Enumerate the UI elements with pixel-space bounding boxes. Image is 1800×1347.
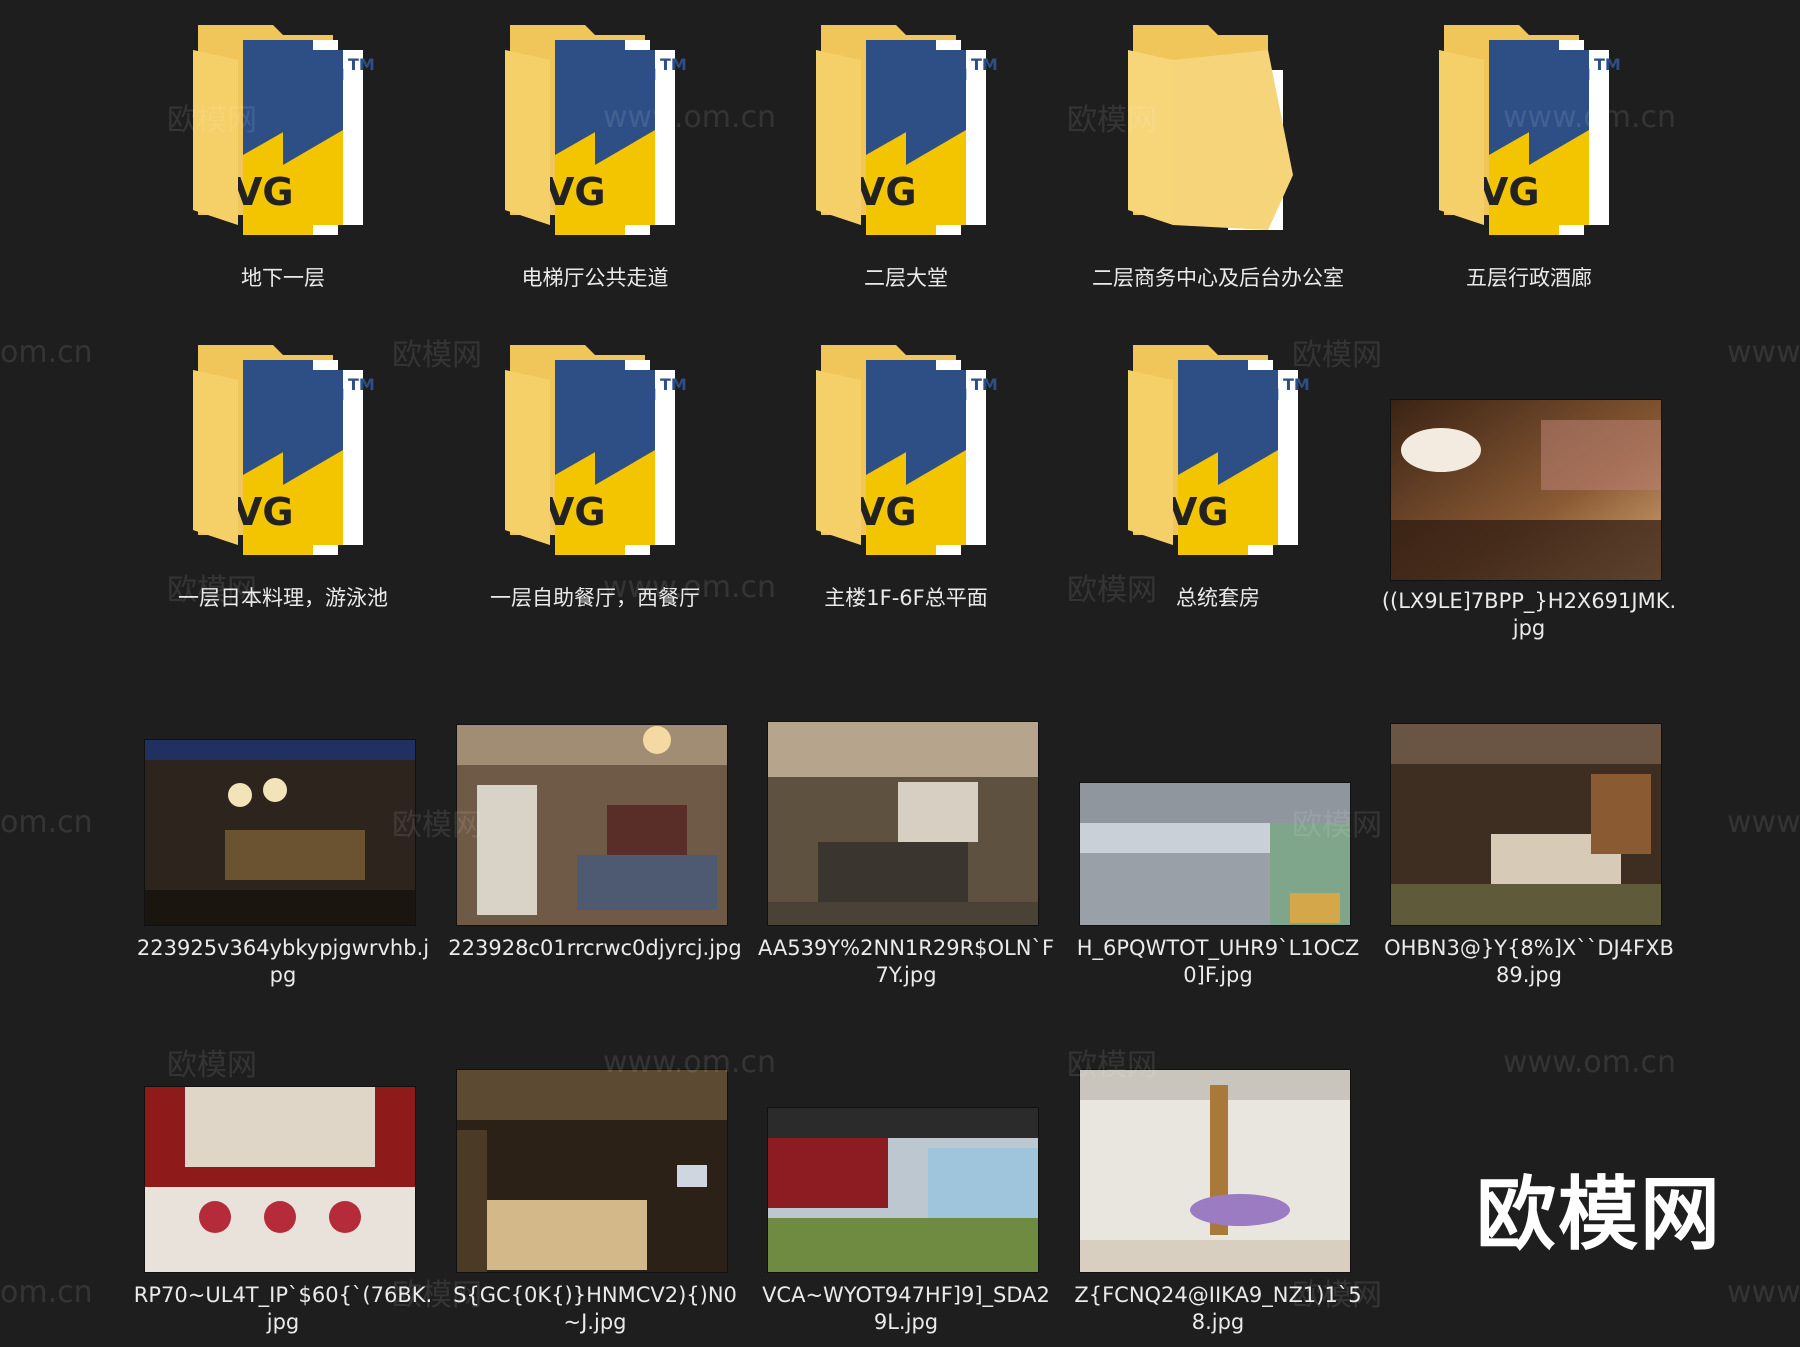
- folder-item[interactable]: 二层大堂: [756, 10, 1056, 300]
- folder-item[interactable]: 主楼1F-6F总平面: [756, 330, 1056, 620]
- brand-logo-text: 欧模网: [1476, 1168, 1722, 1261]
- image-file-item[interactable]: OHBN3@}Y{8%]X``DJ4FXB89.jpg: [1379, 724, 1679, 990]
- folder-name: 一层日本料理，游泳池: [178, 586, 388, 610]
- image-file-item[interactable]: 223928c01rrcrwc0djyrcj.jpg: [445, 725, 745, 990]
- image-thumbnail: [768, 722, 1038, 925]
- image-file-name: 223928c01rrcrwc0djyrcj.jpg: [448, 936, 742, 960]
- folder-dwg-icon: [183, 335, 383, 555]
- folder-item[interactable]: 五层行政酒廊: [1379, 10, 1679, 300]
- folder-dwg-icon: [495, 15, 695, 235]
- file-grid: 地下一层 电梯厅公共走道 二层大堂 二层商务中心及后台办公室 五层行政酒廊 一层…: [0, 0, 1800, 1347]
- image-thumbnail: [1080, 783, 1350, 925]
- image-file-item[interactable]: AA539Y%2NN1R29R$OLN`F7Y.jpg: [756, 722, 1056, 990]
- image-file-item[interactable]: H_6PQWTOT_UHR9`L1OCZ0]F.jpg: [1068, 783, 1368, 990]
- image-thumbnail: [457, 725, 727, 925]
- folder-item[interactable]: 电梯厅公共走道: [445, 10, 745, 300]
- folder-name: 总统套房: [1176, 586, 1260, 610]
- image-file-name: RP70~UL4T_IP`$60{`(76BK.jpg: [133, 1283, 433, 1334]
- image-file-name: OHBN3@}Y{8%]X``DJ4FXB89.jpg: [1384, 936, 1674, 987]
- image-file-name: S{GC{0K{)}HNMCV2){)N0~J.jpg: [453, 1283, 737, 1334]
- image-thumbnail: [1080, 1070, 1350, 1272]
- image-thumbnail: [1391, 724, 1661, 925]
- folder-name: 一层自助餐厅，西餐厅: [490, 586, 700, 610]
- image-file-name: Z{FCNQ24@IIKA9_NZ1)1`58.jpg: [1074, 1283, 1362, 1334]
- folder-item[interactable]: 一层日本料理，游泳池: [133, 330, 433, 620]
- image-file-item[interactable]: RP70~UL4T_IP`$60{`(76BK.jpg: [133, 1087, 433, 1337]
- image-file-item[interactable]: ((LX9LE]7BPP_}H2X691JMK.jpg: [1379, 400, 1679, 650]
- folder-dwg-icon: [806, 335, 1006, 555]
- folder-dwg-icon: [495, 335, 695, 555]
- image-file-item[interactable]: 223925v364ybkypjgwrvhb.jpg: [133, 740, 433, 990]
- folder-name: 二层大堂: [864, 266, 948, 290]
- folder-dwg-icon: [806, 15, 1006, 235]
- image-file-item[interactable]: S{GC{0K{)}HNMCV2){)N0~J.jpg: [445, 1070, 745, 1337]
- image-file-name: H_6PQWTOT_UHR9`L1OCZ0]F.jpg: [1076, 936, 1360, 987]
- image-file-name: 223925v364ybkypjgwrvhb.jpg: [136, 936, 430, 987]
- image-file-name: VCA~WYOT947HF]9]_SDA29L.jpg: [762, 1283, 1050, 1334]
- image-thumbnail: [768, 1108, 1038, 1272]
- folder-dwg-icon: [1429, 15, 1629, 235]
- image-thumbnail: [457, 1070, 727, 1272]
- folder-dwg-icon: [1118, 335, 1318, 555]
- folder-item[interactable]: 二层商务中心及后台办公室: [1068, 10, 1368, 300]
- image-thumbnail: [1391, 400, 1661, 580]
- folder-name: 五层行政酒廊: [1466, 266, 1592, 290]
- image-thumbnail: [145, 1087, 415, 1272]
- folder-name: 电梯厅公共走道: [521, 266, 669, 290]
- folder-item[interactable]: 地下一层: [133, 10, 433, 300]
- image-file-item[interactable]: Z{FCNQ24@IIKA9_NZ1)1`58.jpg: [1068, 1070, 1368, 1337]
- folder-documents-icon: [1118, 15, 1318, 235]
- image-file-name: ((LX9LE]7BPP_}H2X691JMK.jpg: [1381, 589, 1677, 640]
- folder-item[interactable]: 一层自助餐厅，西餐厅: [445, 330, 745, 620]
- image-thumbnail: [145, 740, 415, 925]
- image-file-item[interactable]: VCA~WYOT947HF]9]_SDA29L.jpg: [756, 1108, 1056, 1337]
- folder-name: 二层商务中心及后台办公室: [1092, 266, 1344, 290]
- image-file-name: AA539Y%2NN1R29R$OLN`F7Y.jpg: [757, 936, 1055, 987]
- folder-name: 地下一层: [241, 266, 325, 290]
- folder-dwg-icon: [183, 15, 383, 235]
- folder-name: 主楼1F-6F总平面: [824, 586, 988, 610]
- folder-item[interactable]: 总统套房: [1068, 330, 1368, 620]
